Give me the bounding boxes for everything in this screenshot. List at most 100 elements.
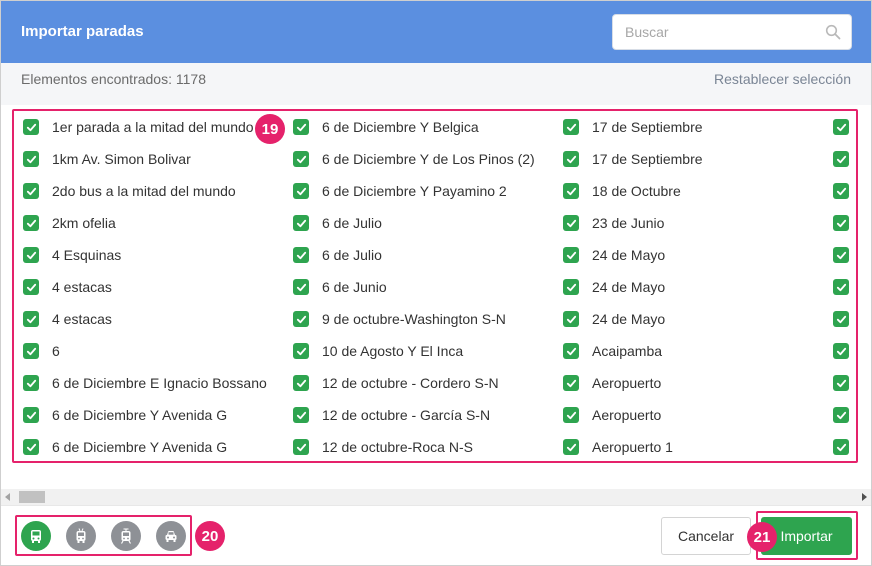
stop-checkbox[interactable] (563, 343, 579, 359)
stop-checkbox[interactable] (833, 215, 849, 231)
stop-checkbox[interactable] (293, 119, 309, 135)
stop-checkbox[interactable] (833, 439, 849, 455)
stop-checkbox[interactable] (293, 343, 309, 359)
scrollbar-thumb[interactable] (19, 491, 45, 503)
stop-checkbox[interactable] (563, 311, 579, 327)
stop-checkbox[interactable] (23, 279, 39, 295)
stop-item[interactable]: A (825, 143, 857, 175)
horizontal-scrollbar[interactable] (1, 489, 871, 505)
stop-item[interactable]: 1km Av. Simon Bolivar (15, 143, 287, 175)
stop-item[interactable]: 6 de Diciembre Y Avenida G (15, 431, 287, 463)
stop-item[interactable]: 1er parada a la mitad del mundo (15, 111, 287, 143)
stop-item[interactable]: 18 de Octubre (555, 175, 827, 207)
stop-checkbox[interactable] (563, 375, 579, 391)
stop-item[interactable]: 6 de Julio (285, 239, 557, 271)
stop-checkbox[interactable] (563, 183, 579, 199)
stop-checkbox[interactable] (293, 247, 309, 263)
stop-item[interactable]: 24 de Mayo (555, 271, 827, 303)
stop-item[interactable]: A (825, 111, 857, 143)
stop-item[interactable]: 12 de octubre-Roca N-S (285, 431, 557, 463)
stop-checkbox[interactable] (23, 151, 39, 167)
stop-item[interactable]: 6 de Diciembre Y Avenida G (15, 399, 287, 431)
stop-checkbox[interactable] (293, 439, 309, 455)
stop-item[interactable]: 4 estacas (15, 303, 287, 335)
stop-checkbox[interactable] (293, 279, 309, 295)
stop-checkbox[interactable] (563, 151, 579, 167)
search-icon[interactable] (825, 24, 841, 40)
stop-item[interactable]: A (825, 271, 857, 303)
stop-checkbox[interactable] (23, 247, 39, 263)
stop-item[interactable]: 6 de Diciembre Y Payamino 2 (285, 175, 557, 207)
stop-checkbox[interactable] (293, 215, 309, 231)
stop-checkbox[interactable] (23, 439, 39, 455)
stop-item[interactable]: Acaipamba (555, 335, 827, 367)
stop-item[interactable]: 24 de Mayo (555, 303, 827, 335)
stop-checkbox[interactable] (293, 407, 309, 423)
stop-checkbox[interactable] (833, 183, 849, 199)
search-input[interactable] (613, 15, 813, 49)
transport-filter-trolleybus[interactable] (66, 521, 96, 551)
transport-filter-car[interactable] (156, 521, 186, 551)
stop-item[interactable]: A (825, 399, 857, 431)
stop-checkbox[interactable] (833, 343, 849, 359)
stop-checkbox[interactable] (833, 311, 849, 327)
stop-item[interactable]: 17 de Septiembre (555, 143, 827, 175)
stop-item[interactable]: 4 Esquinas (15, 239, 287, 271)
stop-item[interactable]: 6 de Diciembre E Ignacio Bossano (15, 367, 287, 399)
stop-item[interactable]: A (825, 239, 857, 271)
stop-checkbox[interactable] (23, 407, 39, 423)
stop-checkbox[interactable] (833, 119, 849, 135)
stop-checkbox[interactable] (563, 279, 579, 295)
stop-checkbox[interactable] (563, 247, 579, 263)
stop-item[interactable]: 2do bus a la mitad del mundo (15, 175, 287, 207)
stop-checkbox[interactable] (23, 343, 39, 359)
stop-item[interactable]: 6 de Junio (285, 271, 557, 303)
stop-item[interactable]: A (825, 175, 857, 207)
stop-item[interactable]: 10 de Agosto Y El Inca (285, 335, 557, 367)
stop-checkbox[interactable] (833, 375, 849, 391)
stop-item[interactable]: 4 estacas (15, 271, 287, 303)
stop-checkbox[interactable] (833, 247, 849, 263)
stop-checkbox[interactable] (23, 375, 39, 391)
transport-filter-bus[interactable] (21, 521, 51, 551)
scroll-left-icon[interactable] (5, 493, 10, 501)
stop-item[interactable]: A (825, 335, 857, 367)
stop-item[interactable]: A (825, 207, 857, 239)
stop-item[interactable]: 6 (15, 335, 287, 367)
stop-checkbox[interactable] (563, 439, 579, 455)
stop-checkbox[interactable] (293, 183, 309, 199)
stop-checkbox[interactable] (293, 311, 309, 327)
stop-item[interactable]: Aeropuerto (555, 399, 827, 431)
stop-checkbox[interactable] (563, 119, 579, 135)
stop-checkbox[interactable] (293, 375, 309, 391)
stop-item[interactable]: Aeropuerto 1 (555, 431, 827, 463)
stop-checkbox[interactable] (563, 215, 579, 231)
stop-item[interactable]: 6 de Diciembre Y Belgica (285, 111, 557, 143)
stop-item[interactable]: 23 de Junio (555, 207, 827, 239)
stop-item[interactable]: 2km ofelia (15, 207, 287, 239)
search-box[interactable] (612, 14, 852, 50)
stop-item[interactable]: 17 de Septiembre (555, 111, 827, 143)
stop-checkbox[interactable] (23, 119, 39, 135)
stop-checkbox[interactable] (23, 215, 39, 231)
stop-item[interactable]: A (825, 431, 857, 463)
scroll-right-icon[interactable] (862, 493, 867, 501)
stop-item[interactable]: A (825, 303, 857, 335)
stop-checkbox[interactable] (833, 279, 849, 295)
transport-filter-tram[interactable] (111, 521, 141, 551)
stop-checkbox[interactable] (23, 311, 39, 327)
stop-item[interactable]: 24 de Mayo (555, 239, 827, 271)
stop-checkbox[interactable] (833, 151, 849, 167)
reset-selection-link[interactable]: Restablecer selección (714, 71, 851, 87)
stop-item[interactable]: Aeropuerto (555, 367, 827, 399)
stop-item[interactable]: 6 de Julio (285, 207, 557, 239)
stop-checkbox[interactable] (563, 407, 579, 423)
stop-checkbox[interactable] (833, 407, 849, 423)
stop-item[interactable]: 12 de octubre - García S-N (285, 399, 557, 431)
stop-checkbox[interactable] (293, 151, 309, 167)
stop-item[interactable]: A (825, 367, 857, 399)
stop-item[interactable]: 9 de octubre-Washington S-N (285, 303, 557, 335)
stop-item[interactable]: 6 de Diciembre Y de Los Pinos (2) (285, 143, 557, 175)
stop-item[interactable]: 12 de octubre - Cordero S-N (285, 367, 557, 399)
cancel-button[interactable]: Cancelar (661, 517, 751, 555)
